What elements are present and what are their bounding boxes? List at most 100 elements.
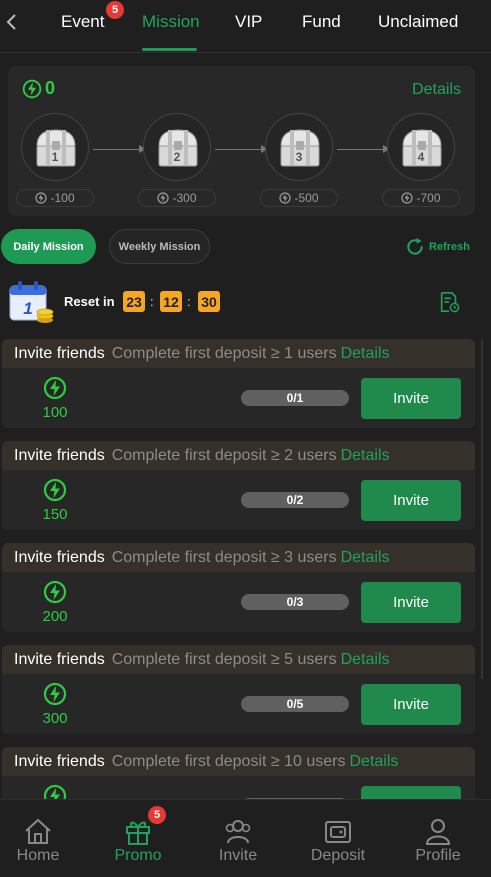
invite-button[interactable]: Invite	[361, 582, 461, 623]
lightning-icon	[43, 682, 67, 706]
lightning-icon	[401, 192, 414, 204]
chest-cost: -700	[382, 189, 460, 207]
tab-vip[interactable]: VIP	[235, 12, 262, 32]
chest-number: 3	[295, 150, 303, 164]
scrollbar[interactable]	[481, 339, 483, 679]
chest-3[interactable]: 3	[265, 113, 333, 181]
chest-cost: -100	[16, 189, 94, 207]
mission-details-link[interactable]: Details	[341, 345, 390, 363]
mission-details-link[interactable]: Details	[341, 447, 390, 465]
mission-card: Invite friends Complete first deposit ≥ …	[2, 747, 475, 799]
wallet-icon	[325, 821, 351, 843]
invite-button[interactable]: Invite	[361, 378, 461, 419]
treasure-chest-icon	[280, 129, 320, 167]
chest-cost-value: -300	[172, 191, 197, 205]
tab-fund[interactable]: Fund	[302, 12, 341, 32]
mission-reward: 300	[42, 710, 68, 727]
lightning-icon	[35, 192, 48, 204]
chest-arrow	[215, 145, 268, 153]
mission-card: Invite friends Complete first deposit ≥ …	[2, 543, 475, 632]
document-clock-icon	[440, 292, 460, 313]
record-button[interactable]	[438, 291, 460, 313]
chest-cost-value: -100	[50, 191, 75, 205]
mission-description: Complete first deposit ≥ 10 users	[111, 752, 346, 770]
invite-button[interactable]	[361, 786, 461, 799]
refresh-button[interactable]: Refresh	[405, 237, 470, 257]
timer-separator: :	[187, 294, 191, 309]
mission-progress: 0/3	[241, 594, 349, 610]
tab-mission[interactable]: Mission	[142, 12, 200, 32]
mission-reward: 100	[42, 404, 68, 421]
mission-title: Invite friends	[14, 650, 105, 668]
tab-unclaimed[interactable]: Unclaimed	[378, 12, 458, 32]
bottom-nav: Home Promo 5 Invite Deposit Profile	[0, 799, 491, 877]
lightning-icon	[43, 478, 67, 502]
mission-title: Invite friends	[14, 446, 105, 464]
nav-label: Promo	[114, 847, 162, 864]
nav-label: Invite	[218, 847, 258, 864]
lightning-icon	[279, 192, 292, 204]
mission-card: Invite friends Complete first deposit ≥ …	[2, 645, 475, 734]
mission-details-link[interactable]: Details	[341, 549, 390, 567]
nav-profile[interactable]: Profile	[389, 800, 487, 877]
nav-invite[interactable]: Invite	[189, 800, 287, 877]
mission-progress: 0/2	[241, 492, 349, 508]
nav-promo[interactable]: Promo 5	[89, 800, 187, 877]
mission-description: Complete first deposit ≥ 2 users	[111, 446, 337, 464]
mission-header: Invite friends Complete first deposit ≥ …	[2, 543, 475, 572]
mission-card: Invite friends Complete first deposit ≥ …	[2, 339, 475, 428]
lightning-icon	[43, 784, 67, 799]
mission-description: Complete first deposit ≥ 1 users	[111, 344, 337, 362]
chest-1[interactable]: 1	[21, 113, 89, 181]
mission-reward: 200	[42, 608, 68, 625]
chest-number: 2	[173, 150, 181, 164]
invite-button[interactable]: Invite	[361, 684, 461, 725]
daily-mission-tab[interactable]: Daily Mission	[1, 229, 96, 264]
top-nav: Event 5 Mission VIP Fund Unclaimed	[0, 0, 491, 53]
chest-details-link[interactable]: Details	[412, 81, 461, 99]
timer-seconds: 30	[198, 291, 220, 312]
lightning-icon	[157, 192, 170, 204]
lightning-icon	[22, 79, 42, 98]
promo-badge: 5	[147, 805, 167, 825]
refresh-icon	[407, 237, 423, 255]
treasure-chest-icon	[402, 129, 442, 167]
mission-header: Invite friends Complete first deposit ≥ …	[2, 441, 475, 470]
mission-list[interactable]: Invite friends Complete first deposit ≥ …	[0, 339, 491, 799]
chest-arrow	[337, 145, 390, 153]
points-value: 0	[45, 78, 56, 98]
chest-cost-value: -700	[416, 191, 441, 205]
timer-separator: :	[150, 294, 154, 309]
nav-label: Deposit	[310, 847, 366, 864]
points-display: 0	[22, 78, 55, 99]
profile-icon	[425, 819, 451, 845]
nav-deposit[interactable]: Deposit	[289, 800, 387, 877]
chest-number: 1	[51, 150, 59, 164]
mission-header: Invite friends Complete first deposit ≥ …	[2, 339, 475, 368]
event-badge: 5	[105, 0, 125, 20]
chest-cost: -300	[138, 189, 216, 207]
chevron-left-icon	[6, 14, 16, 30]
back-button[interactable]	[2, 10, 22, 34]
mission-title: Invite friends	[14, 752, 105, 770]
mission-description: Complete first deposit ≥ 3 users	[111, 548, 337, 566]
mission-details-link[interactable]: Details	[350, 753, 399, 771]
mission-details-link[interactable]: Details	[341, 651, 390, 669]
mission-title: Invite friends	[14, 344, 105, 362]
timer-hours: 23	[123, 291, 145, 312]
invite-button[interactable]: Invite	[361, 480, 461, 521]
mission-progress: 0/5	[241, 696, 349, 712]
chest-2[interactable]: 2	[143, 113, 211, 181]
weekly-mission-tab[interactable]: Weekly Mission	[109, 229, 210, 264]
chest-4[interactable]: 4	[387, 113, 455, 181]
tab-underline	[142, 48, 197, 51]
treasure-chest-icon	[158, 129, 198, 167]
nav-home[interactable]: Home	[0, 800, 87, 877]
refresh-label: Refresh	[429, 241, 470, 253]
tab-event[interactable]: Event	[61, 12, 104, 32]
chest-cost: -500	[260, 189, 338, 207]
mission-header: Invite friends Complete first deposit ≥ …	[2, 645, 475, 674]
timer-minutes: 12	[160, 291, 182, 312]
home-icon	[25, 818, 51, 844]
lightning-icon	[43, 580, 67, 604]
